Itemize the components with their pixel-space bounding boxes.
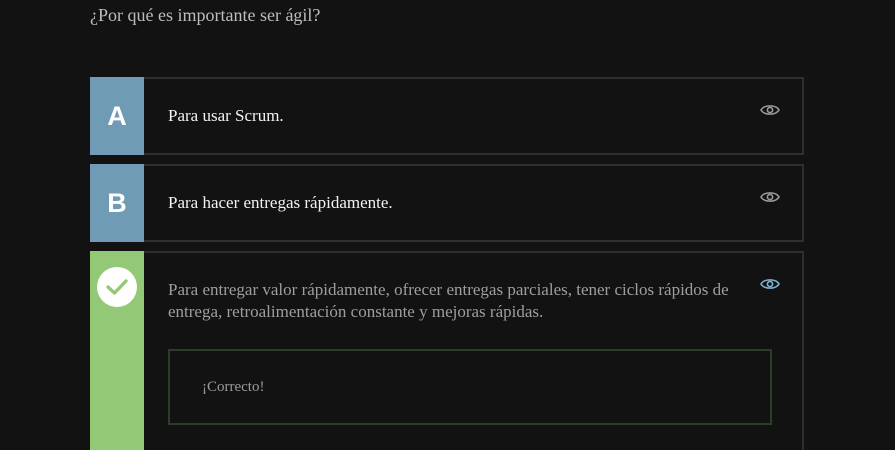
option-text: Para usar Scrum. [168,106,284,125]
option-letter-badge: B [90,164,144,242]
eye-icon[interactable] [760,190,780,204]
eye-icon[interactable] [760,103,780,117]
answer-option-b[interactable]: B Para hacer entregas rápidamente. [90,164,804,242]
option-text: Para entregar valor rápidamente, ofrecer… [168,280,729,321]
option-letter-badge: A [90,77,144,155]
eye-icon[interactable] [760,277,780,291]
feedback-box: ¡Correcto! [168,349,772,425]
question-title: ¿Por qué es importante ser ágil? [90,5,321,25]
answer-option-c[interactable]: Para entregar valor rápidamente, ofrecer… [90,251,804,450]
correct-badge [90,251,144,450]
option-text: Para hacer entregas rápidamente. [168,193,393,212]
checkmark-icon [97,267,137,307]
answer-option-a[interactable]: A Para usar Scrum. [90,77,804,155]
feedback-text: ¡Correcto! [202,378,265,395]
